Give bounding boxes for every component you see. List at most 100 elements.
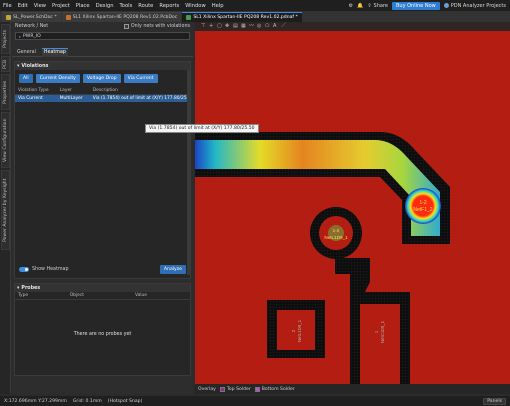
layer-tabs: Overlay Top Solder Bottom Solder <box>195 384 510 394</box>
layer-tab-overlay[interactable]: Overlay <box>198 387 216 392</box>
filter-via-current-button[interactable]: Via Current <box>123 74 158 83</box>
grid-size: Grid: 0.1mm <box>72 398 102 404</box>
network-label: Network / Net <box>15 24 49 29</box>
filter-current-density-button[interactable]: Current Density <box>35 74 80 83</box>
menu-route[interactable]: Route <box>135 3 156 9</box>
violations-title[interactable]: ▾ Violations <box>15 62 190 70</box>
violations-title-text: Violations <box>21 63 49 69</box>
col-type[interactable]: Type <box>15 292 67 300</box>
schematic-doc-icon <box>6 15 11 20</box>
pcb-canvas[interactable]: ⊤ + ▢ ✥ ▤ ▦ 〰 ◎ ⬠ A ／ 1-2 NetF1_2 1-2 Ne… <box>195 22 510 384</box>
panels-button[interactable]: Panels <box>483 397 506 405</box>
notifications-icon[interactable]: 🔔 <box>357 3 363 9</box>
tab-pcbdoc[interactable]: SL1 Xilinx Spartan-IIE PQ208 Rev1.02.Pcb… <box>61 12 182 22</box>
show-heatmap-label: Show Heatmap <box>32 267 69 272</box>
settings-icon[interactable]: ⚙ <box>349 3 353 9</box>
col-object[interactable]: Object <box>66 292 132 300</box>
move-icon[interactable]: ✥ <box>225 24 230 29</box>
pdn-doc-icon <box>186 15 192 20</box>
only-nets-checkbox[interactable] <box>123 24 129 29</box>
menubar-right: ⚙ 🔔 ⇪ Share Buy Online Now PDN Analyzer P… <box>349 1 510 10</box>
probes-title[interactable]: ▾ Probes <box>15 284 190 292</box>
tab-label: SL1 Xilinx Spartan-IIE PQ208 Rev1.02.pdn… <box>193 15 298 20</box>
footprint-left-label-line2: NetL1D9_1 <box>297 319 302 342</box>
layer-overlay-label: Overlay <box>198 386 216 392</box>
layer-color-swatch <box>254 386 260 392</box>
subtab-general[interactable]: General <box>15 48 38 57</box>
document-tab-bar: SL_Power.SchDoc * SL1 Xilinx Spartan-IIE… <box>0 11 510 22</box>
menu-tools[interactable]: Tools <box>117 3 136 9</box>
net-selector[interactable]: ▸ PWR_IO <box>15 32 190 40</box>
vtab-properties[interactable]: Properties <box>1 74 10 110</box>
col-violation-type[interactable]: Violation Type <box>15 87 57 95</box>
cell-description: Via (1.7854) out of limit at (X/Y) 177.8… <box>89 94 190 102</box>
text-icon[interactable]: A <box>273 24 278 29</box>
project-label: PDN Analyzer Projects <box>450 2 506 9</box>
col-value[interactable]: Value <box>131 292 190 300</box>
cell-violation-type: Via Current <box>15 94 57 102</box>
pad-label-line2: NetL1D9_1 <box>324 235 348 240</box>
probes-table: Type Object Value <box>15 292 190 300</box>
via-icon[interactable]: ◎ <box>257 24 262 29</box>
share-button[interactable]: ⇪ Share <box>367 3 388 9</box>
layer-tab-bottom-solder[interactable]: Bottom Solder <box>254 386 295 392</box>
violations-scrollbar[interactable] <box>187 70 190 275</box>
menu-file[interactable]: File <box>0 3 15 9</box>
vtab-view-configuration[interactable]: View Configuration <box>1 112 10 168</box>
user-avatar-icon <box>443 3 449 8</box>
cell-layer: MultiLayer <box>56 94 90 102</box>
route-icon[interactable]: 〰 <box>249 24 254 29</box>
vtab-projects[interactable]: Projects <box>1 24 10 54</box>
buy-online-button[interactable]: Buy Online Now <box>391 1 440 10</box>
only-nets-with-violations[interactable]: Only nets with violations <box>123 24 190 29</box>
col-layer[interactable]: Layer <box>56 87 90 95</box>
probes-title-text: Probes <box>21 285 41 291</box>
menu-window[interactable]: Window <box>182 3 208 9</box>
canvas-toolbar: ⊤ + ▢ ✥ ▤ ▦ 〰 ◎ ⬠ A ／ <box>195 22 510 31</box>
polygon-icon[interactable]: ⬠ <box>265 24 270 29</box>
show-heatmap-toggle[interactable] <box>19 267 29 272</box>
probes-section: ▾ Probes Type Object Value There are no … <box>14 283 191 376</box>
align-icon[interactable]: ▤ <box>233 24 238 29</box>
menu-design[interactable]: Design <box>93 3 117 9</box>
collapse-arrow-icon: ▾ <box>17 63 20 69</box>
violations-table: Violation Type Layer Description Via Cur… <box>15 87 190 102</box>
via-label-line2: NetF1_2 <box>413 207 432 213</box>
menu-view[interactable]: View <box>31 3 49 9</box>
layer-tab-top-solder[interactable]: Top Solder <box>219 386 251 392</box>
tab-pdnaf[interactable]: SL1 Xilinx Spartan-IIE PQ208 Rev1.02.pdn… <box>182 12 302 22</box>
menu-reports[interactable]: Reports <box>156 3 182 9</box>
col-description[interactable]: Description <box>89 87 190 95</box>
menu-edit[interactable]: Edit <box>15 3 31 9</box>
filter-icon[interactable]: ⊤ <box>201 24 206 29</box>
menu-bar: File Edit View Project Place Design Tool… <box>0 0 510 11</box>
hot-via[interactable] <box>405 188 441 224</box>
violations-section: ▾ Violations All Current Density Voltage… <box>14 61 191 279</box>
snap-mode: (Hotspot Snap) <box>107 398 143 404</box>
table-row[interactable]: Via Current MultiLayer Via (1.7854) out … <box>15 94 190 102</box>
subtab-heatmap[interactable]: Heatmap <box>41 47 68 57</box>
vtab-pcb[interactable]: PCB <box>1 56 10 72</box>
add-icon[interactable]: + <box>209 24 214 29</box>
menu-help[interactable]: Help <box>209 3 227 9</box>
share-icon: ⇪ <box>367 2 372 9</box>
footprint-right-label-line2: NetC109_1 <box>380 320 385 343</box>
line-icon[interactable]: ／ <box>281 24 286 29</box>
select-rect-icon[interactable]: ▢ <box>217 24 222 29</box>
tab-schdoc[interactable]: SL_Power.SchDoc * <box>2 12 61 22</box>
show-heatmap-control[interactable]: Show Heatmap <box>19 267 69 272</box>
net-expand-icon: ▸ <box>19 33 22 39</box>
menu-project[interactable]: Project <box>49 3 73 9</box>
vtab-power-analyzer[interactable]: Power Analyzer by Keysight <box>1 170 10 250</box>
menu-place[interactable]: Place <box>73 3 93 9</box>
filter-all-button[interactable]: All <box>19 74 33 83</box>
analyze-button[interactable]: Analyze <box>159 265 186 274</box>
tab-label: SL_Power.SchDoc * <box>13 15 57 20</box>
panel-header: Network / Net Only nets with violations … <box>12 22 193 42</box>
tab-label: SL1 Xilinx Spartan-IIE PQ208 Rev1.02.Pcb… <box>72 15 178 20</box>
filter-voltage-drop-button[interactable]: Voltage Drop <box>82 74 121 83</box>
component-icon[interactable]: ▦ <box>241 24 246 29</box>
heatmap-controls: Show Heatmap Analyze <box>15 265 190 274</box>
layer-color-swatch <box>219 386 225 392</box>
project-button[interactable]: PDN Analyzer Projects <box>443 2 506 9</box>
